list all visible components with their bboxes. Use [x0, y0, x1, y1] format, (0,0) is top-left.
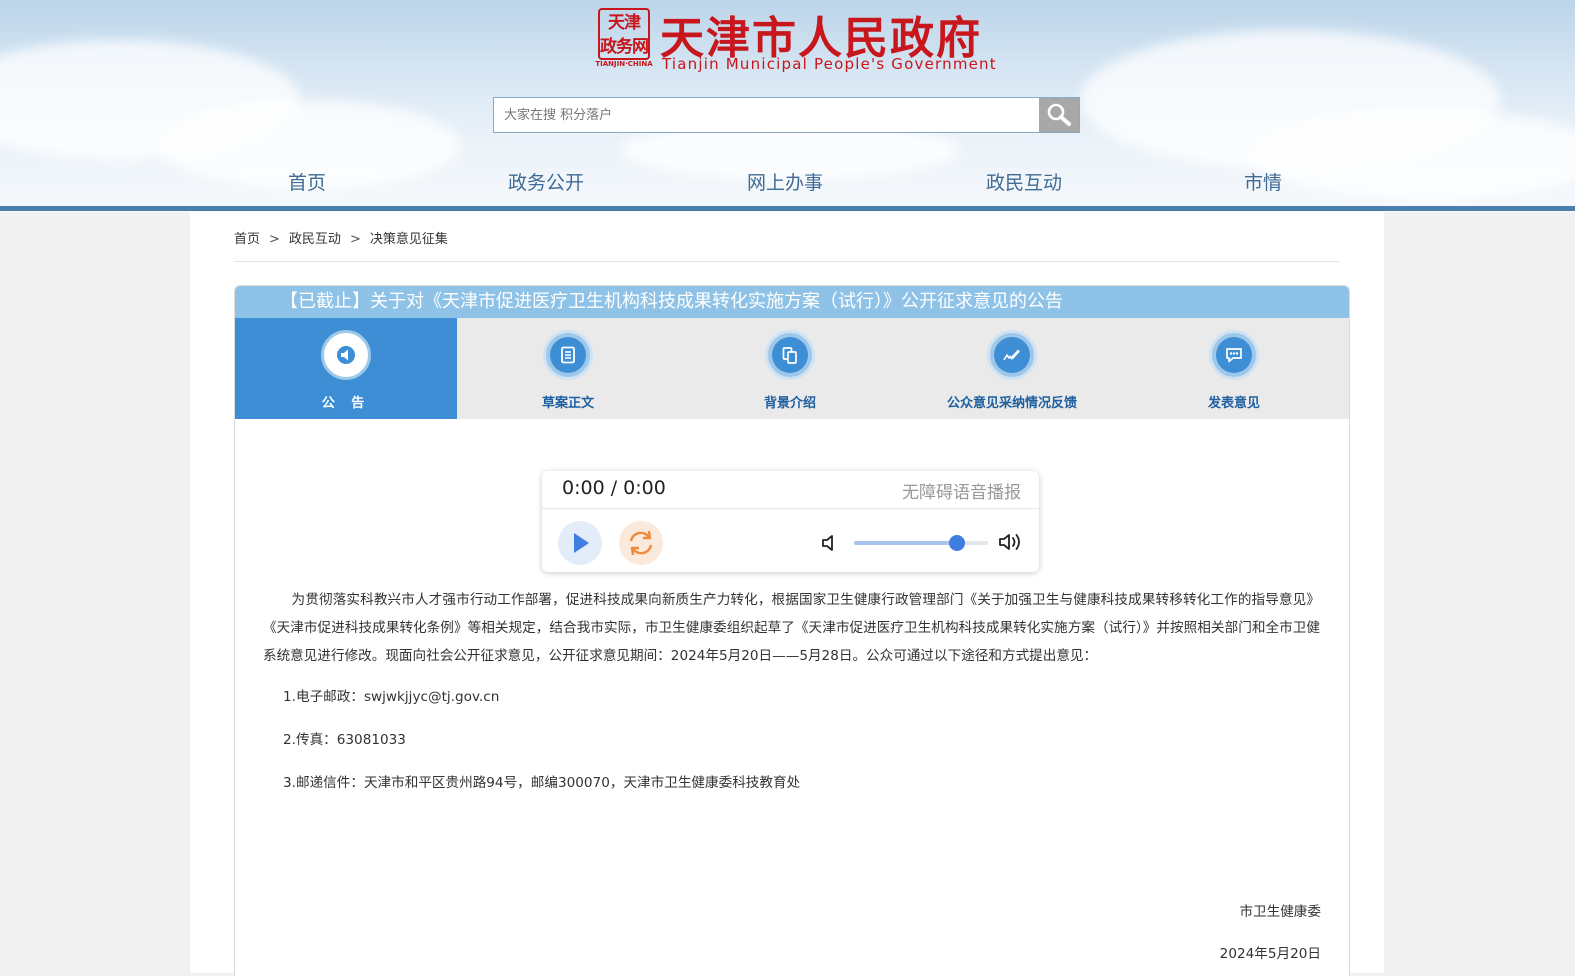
main-content: 首页 > 政民互动 > 决策意见征集 【已截止】关于对《天津市促进医疗卫生机构科技成果转… — [190, 212, 1384, 976]
tab-label: 公 告 — [321, 396, 371, 411]
tab-icon-ring — [543, 330, 593, 380]
search-input[interactable] — [494, 98, 1038, 132]
accessible-audio-player: 0:00 / 0:00 无障碍语音播报 — [542, 471, 1039, 572]
volume-slider[interactable] — [854, 535, 988, 551]
tab-label: 草案正文 — [541, 396, 594, 411]
volume-slider-handle[interactable] — [949, 535, 966, 551]
contact-mail: 3.邮递信件：天津市和平区贵州路94号，邮编300070，天津市卫生健康委科技教… — [283, 775, 801, 791]
signature-org: 市卫生健康委 — [1239, 904, 1321, 920]
notice-article: 为贯彻落实科教兴市人才强市行动工作部署，促进科技成果向新质生产力转化，根据国家卫… — [263, 586, 1320, 670]
search-button[interactable] — [1039, 98, 1079, 132]
contact-fax: 2.传真：63081033 — [283, 732, 406, 748]
site-seal-caption: TIANJIN·CHINA — [595, 60, 653, 68]
copy-icon — [772, 337, 808, 373]
tab-label: 背景介绍 — [763, 396, 816, 411]
tab-icon-ring — [765, 330, 815, 380]
notice-title: 【已截止】关于对《天津市促进医疗卫生机构科技成果转化实施方案（试行）》公开征求意… — [235, 286, 1349, 318]
contact-email: 1.电子邮政：swjwkjjyc@tj.gov.cn — [283, 689, 500, 705]
play-button[interactable] — [558, 521, 602, 565]
nav-item-home[interactable]: 首页 — [288, 168, 326, 195]
nav-item-city-info[interactable]: 市情 — [1244, 168, 1282, 195]
notice-tabs: 公 告 草案正文 背景介绍 公众意见采纳情况反馈 发表意见 — [235, 318, 1349, 419]
player-caption: 无障碍语音播报 — [902, 483, 1021, 503]
nav-item-gov-affairs[interactable]: 政务公开 — [508, 168, 584, 195]
player-time: 0:00 / 0:00 — [562, 477, 666, 499]
site-title-en: Tianjin Municipal People's Government — [662, 55, 997, 73]
loop-button[interactable] — [619, 521, 663, 565]
signature-date: 2024年5月20日 — [1219, 946, 1321, 962]
speaker-icon — [328, 337, 364, 373]
search-icon — [1047, 103, 1071, 126]
tab-draft-text[interactable]: 草案正文 — [457, 318, 679, 419]
tab-icon-ring — [1209, 330, 1259, 380]
breadcrumb: 首页 > 政民互动 > 决策意见征集 — [234, 228, 448, 247]
site-header: 天津 政务网 TIANJIN·CHINA 天津市人民政府 Tianjin Muni… — [0, 0, 1575, 212]
feedback-edit-icon — [994, 337, 1030, 373]
tab-icon-ring — [321, 330, 371, 380]
tab-label: 公众意见采纳情况反馈 — [946, 396, 1077, 411]
play-icon — [574, 533, 589, 553]
breadcrumb-home[interactable]: 首页 — [234, 232, 260, 247]
nav-item-online-services[interactable]: 网上办事 — [747, 168, 823, 195]
notice-card: 【已截止】关于对《天津市促进医疗卫生机构科技成果转化实施方案（试行）》公开征求意… — [234, 285, 1350, 976]
volume-mute-icon[interactable] — [820, 532, 840, 554]
main-nav: 首页 政务公开 网上办事 政民互动 市情 — [0, 168, 1575, 204]
search-bar — [493, 97, 1080, 133]
tab-label: 发表意见 — [1207, 396, 1260, 411]
chat-bubble-icon — [1216, 337, 1252, 373]
breadcrumb-separator: > — [349, 232, 361, 247]
article-paragraph: 为贯彻落实科教兴市人才强市行动工作部署，促进科技成果向新质生产力转化，根据国家卫… — [263, 592, 1320, 664]
volume-up-icon[interactable] — [998, 530, 1024, 554]
tab-submit-opinion[interactable]: 发表意见 — [1123, 318, 1345, 419]
tab-announcement[interactable]: 公 告 — [235, 318, 457, 419]
tab-background[interactable]: 背景介绍 — [679, 318, 901, 419]
breadcrumb-separator: > — [269, 232, 280, 247]
volume-slider-fill — [854, 541, 958, 545]
loop-icon — [629, 530, 653, 556]
site-seal-logo: 天津 政务网 — [598, 8, 650, 60]
document-icon — [550, 337, 586, 373]
breadcrumb-current[interactable]: 决策意见征集 — [370, 232, 448, 247]
tab-feedback-adoption[interactable]: 公众意见采纳情况反馈 — [901, 318, 1123, 419]
tab-icon-ring — [987, 330, 1037, 380]
nav-item-interaction[interactable]: 政民互动 — [986, 168, 1062, 195]
breadcrumb-interaction[interactable]: 政民互动 — [289, 232, 341, 247]
player-divider — [542, 508, 1039, 509]
header-divider — [0, 206, 1575, 211]
breadcrumb-divider — [234, 261, 1339, 262]
